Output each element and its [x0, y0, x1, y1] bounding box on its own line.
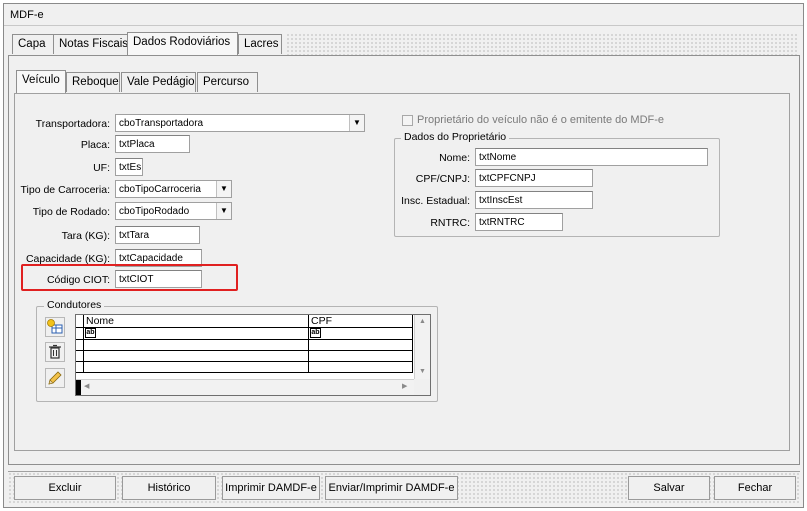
subtab-reboque-label: Reboque	[72, 76, 119, 88]
tipo-carroceria-combo[interactable]: cboTipoCarroceria ▼	[115, 180, 232, 198]
grid-cell-nome[interactable]	[84, 340, 309, 351]
condutores-title: Condutores	[44, 299, 105, 311]
excluir-button[interactable]: Excluir	[14, 476, 116, 500]
grid-row-header	[76, 362, 84, 373]
tab-lacres-label: Lacres	[244, 38, 279, 50]
tab-capa-label: Capa	[18, 38, 46, 50]
subtab-vale-pedagio-label: Vale Pedágio	[127, 76, 195, 88]
grid-cell-cpf[interactable]	[309, 351, 413, 362]
cpf-cnpj-field[interactable]: txtCPFCNPJ	[475, 169, 593, 187]
grid-header-cpf[interactable]: CPF	[309, 315, 413, 328]
scroll-up-icon[interactable]: ▲	[419, 318, 426, 325]
tabstrip-background	[286, 33, 798, 55]
window-titlebar: MDF-e	[4, 4, 803, 26]
tara-label: Tara (KG):	[61, 230, 110, 242]
historico-button[interactable]: Histórico	[122, 476, 216, 500]
proprietario-checkbox[interactable]	[402, 115, 413, 126]
grid-row-header	[76, 328, 84, 340]
subtab-reboque[interactable]: Reboque	[66, 72, 120, 92]
add-row-icon	[47, 319, 63, 334]
grid-vertical-scrollbar[interactable]: ▲ ▼	[414, 315, 430, 379]
nome-label: Nome:	[439, 152, 470, 164]
text-cell-icon: ab	[310, 328, 321, 338]
text-cell-icon: ab	[85, 328, 96, 338]
placa-label: Placa:	[80, 139, 110, 151]
tab-dados-rodoviarios[interactable]: Dados Rodoviários	[127, 32, 238, 55]
dados-proprietario-title: Dados do Proprietário	[401, 131, 510, 143]
grid-cell-cpf[interactable]	[309, 362, 413, 373]
uf-label: UF:	[93, 162, 110, 174]
grid-cell-cpf[interactable]: ab	[309, 328, 413, 340]
insc-estadual-field[interactable]: txtInscEst	[475, 191, 593, 209]
grid-cell-nome[interactable]	[84, 351, 309, 362]
ciot-highlight-box	[21, 264, 238, 291]
tipo-carroceria-label: Tipo de Carroceria:	[20, 184, 110, 196]
grid-corner	[76, 315, 84, 328]
subtab-percurso[interactable]: Percurso	[197, 72, 258, 92]
condutores-grid[interactable]: Nome CPF ab ab ▲ ▼ ◀ ▶	[75, 314, 431, 396]
insc-estadual-label: Insc. Estadual:	[401, 195, 470, 207]
tab-dados-rodoviarios-label: Dados Rodoviários	[133, 36, 231, 48]
enviar-imprimir-damdfe-button[interactable]: Enviar/Imprimir DAMDF-e	[325, 476, 458, 500]
scroll-down-icon[interactable]: ▼	[419, 368, 426, 375]
grid-header-nome[interactable]: Nome	[84, 315, 309, 328]
placa-field[interactable]: txtPlaca	[115, 135, 190, 153]
trash-icon	[49, 344, 61, 359]
imprimir-damdfe-button[interactable]: Imprimir DAMDF-e	[222, 476, 320, 500]
grid-left-marker	[76, 380, 81, 395]
tipo-rodado-combo[interactable]: cboTipoRodado ▼	[115, 202, 232, 220]
tipo-rodado-value: cboTipoRodado	[119, 206, 190, 217]
proprietario-checkbox-label: Proprietário do veículo não é o emitente…	[417, 114, 665, 126]
subtab-veiculo-label: Veículo	[22, 74, 60, 86]
chevron-down-icon[interactable]: ▼	[216, 203, 231, 219]
pencil-icon	[48, 371, 62, 385]
tab-notas-fiscais[interactable]: Notas Fiscais	[53, 34, 128, 54]
grid-row-header	[76, 340, 84, 351]
tipo-carroceria-value: cboTipoCarroceria	[119, 184, 201, 195]
subtab-percurso-label: Percurso	[203, 76, 250, 88]
grid-cell-nome[interactable]	[84, 362, 309, 373]
tab-capa[interactable]: Capa	[12, 34, 54, 54]
chevron-down-icon[interactable]: ▼	[349, 115, 364, 131]
tara-field[interactable]: txtTara	[115, 226, 200, 244]
uf-field[interactable]: txtEs	[115, 158, 143, 176]
scroll-corner	[414, 379, 430, 395]
transportadora-combo[interactable]: cboTransportadora ▼	[115, 114, 365, 132]
grid-row-header	[76, 351, 84, 362]
window-title: MDF-e	[10, 9, 44, 21]
scroll-left-icon[interactable]: ◀	[84, 382, 89, 390]
salvar-button[interactable]: Salvar	[628, 476, 710, 500]
rntrc-field[interactable]: txtRNTRC	[475, 213, 563, 231]
rntrc-label: RNTRC:	[430, 217, 470, 229]
fechar-button[interactable]: Fechar	[714, 476, 796, 500]
cpf-cnpj-label: CPF/CNPJ:	[415, 173, 470, 185]
subtab-veiculo[interactable]: Veículo	[16, 70, 66, 93]
grid-horizontal-scrollbar[interactable]: ◀ ▶	[76, 379, 414, 395]
chevron-down-icon[interactable]: ▼	[216, 181, 231, 197]
grid-cell-nome[interactable]: ab	[84, 328, 309, 340]
tipo-rodado-label: Tipo de Rodado:	[32, 206, 110, 218]
nome-field[interactable]: txtNome	[475, 148, 708, 166]
scroll-right-icon[interactable]: ▶	[402, 382, 407, 390]
subtab-vale-pedagio[interactable]: Vale Pedágio	[121, 72, 196, 92]
tab-lacres[interactable]: Lacres	[238, 34, 282, 54]
transportadora-value: cboTransportadora	[119, 118, 204, 129]
add-condutor-button[interactable]	[45, 317, 65, 337]
edit-condutor-button[interactable]	[45, 368, 65, 388]
grid-cell-cpf[interactable]	[309, 340, 413, 351]
transportadora-label: Transportadora:	[35, 118, 110, 130]
delete-condutor-button[interactable]	[45, 342, 65, 362]
tab-notas-fiscais-label: Notas Fiscais	[59, 38, 129, 50]
